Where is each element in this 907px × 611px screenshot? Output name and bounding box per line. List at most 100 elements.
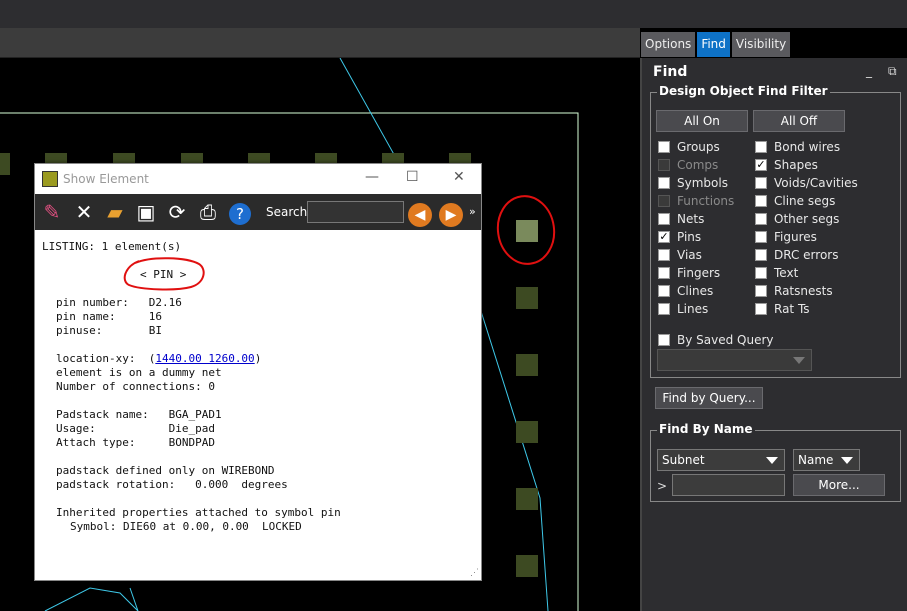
annotation-ellipse bbox=[123, 257, 205, 291]
tab-visibility[interactable]: Visibility bbox=[731, 32, 791, 57]
filter-groups[interactable]: Groups bbox=[658, 138, 720, 156]
ratsnests-label: Ratsnests bbox=[774, 284, 833, 298]
panel-tabs: Options Find Visibility bbox=[641, 32, 791, 57]
print-icon[interactable]: ⎙ bbox=[195, 199, 221, 225]
pins-checkbox[interactable]: ✓ bbox=[658, 231, 670, 243]
pad[interactable] bbox=[516, 287, 538, 309]
back-arrow-icon[interactable]: ◀ bbox=[407, 199, 433, 227]
minimize-window-icon[interactable]: — bbox=[365, 169, 379, 185]
attach-type: Attach type: BONDPAD bbox=[56, 436, 215, 449]
chevron-down-icon bbox=[793, 357, 805, 364]
type-select[interactable]: Subnet bbox=[657, 449, 785, 471]
tab-options[interactable]: Options bbox=[641, 32, 696, 57]
all-off-button[interactable]: All Off bbox=[753, 110, 845, 132]
name-select[interactable]: Name bbox=[793, 449, 860, 471]
voids-cavities-checkbox[interactable] bbox=[755, 177, 767, 189]
panel-title: Find bbox=[653, 64, 688, 80]
filter-other-segs[interactable]: Other segs bbox=[755, 210, 839, 228]
help-icon[interactable]: ? bbox=[227, 199, 253, 225]
pad[interactable] bbox=[516, 555, 538, 577]
filter-bond-wires[interactable]: Bond wires bbox=[755, 138, 840, 156]
location-close-paren: ) bbox=[254, 352, 262, 365]
by-saved-query-checkbox[interactable] bbox=[658, 334, 670, 346]
lines-checkbox[interactable] bbox=[658, 303, 670, 315]
clines-label: Clines bbox=[677, 284, 714, 298]
filter-voids-cavities[interactable]: Voids/Cavities bbox=[755, 174, 858, 192]
refresh-icon[interactable]: ⟳ bbox=[164, 199, 190, 225]
dummy-net-line: element is on a dummy net bbox=[56, 366, 222, 379]
symbols-checkbox[interactable] bbox=[658, 177, 670, 189]
open-folder-icon[interactable]: ▰ bbox=[102, 199, 128, 225]
usage: Usage: Die_pad bbox=[56, 422, 215, 435]
filter-nets[interactable]: Nets bbox=[658, 210, 704, 228]
filter-figures[interactable]: Figures bbox=[755, 228, 817, 246]
name-input[interactable] bbox=[672, 474, 785, 496]
dialog-title-bar[interactable]: Show Element — ☐ ✕ bbox=[35, 164, 481, 194]
filter-fingers[interactable]: Fingers bbox=[658, 264, 720, 282]
by-saved-query-row[interactable]: By Saved Query bbox=[658, 331, 774, 349]
toolbar-overflow-icon[interactable]: » bbox=[469, 205, 476, 218]
figures-checkbox[interactable] bbox=[755, 231, 767, 243]
filter-pins[interactable]: ✓ Pins bbox=[658, 228, 701, 246]
filter-rat-ts[interactable]: Rat Ts bbox=[755, 300, 810, 318]
shapes-checkbox[interactable]: ✓ bbox=[755, 159, 767, 171]
symbols-label: Symbols bbox=[677, 176, 728, 190]
find-by-query-button[interactable]: Find by Query... bbox=[655, 387, 763, 409]
pad[interactable] bbox=[516, 421, 538, 443]
minimize-icon[interactable]: _ bbox=[866, 64, 872, 78]
ratsnests-checkbox[interactable] bbox=[755, 285, 767, 297]
clines-checkbox[interactable] bbox=[658, 285, 670, 297]
search-label: Search: bbox=[266, 205, 312, 219]
comps-label: Comps bbox=[677, 158, 719, 172]
resize-grip-icon[interactable]: ⋰ bbox=[470, 568, 479, 578]
filter-drc-errors[interactable]: DRC errors bbox=[755, 246, 838, 264]
pin-icon[interactable]: ✎ bbox=[39, 199, 65, 225]
vias-checkbox[interactable] bbox=[658, 249, 670, 261]
more-button[interactable]: More... bbox=[793, 474, 885, 496]
other-segs-checkbox[interactable] bbox=[755, 213, 767, 225]
voids-cavities-label: Voids/Cavities bbox=[774, 176, 858, 190]
pad-highlighted[interactable] bbox=[516, 220, 538, 242]
search-input[interactable] bbox=[307, 201, 404, 223]
saved-query-select[interactable] bbox=[657, 349, 812, 371]
rat-ts-checkbox[interactable] bbox=[755, 303, 767, 315]
fingers-checkbox[interactable] bbox=[658, 267, 670, 279]
other-segs-label: Other segs bbox=[774, 212, 840, 226]
filter-lines[interactable]: Lines bbox=[658, 300, 708, 318]
text-label: Text bbox=[774, 266, 799, 280]
cline-segs-checkbox[interactable] bbox=[755, 195, 767, 207]
pad[interactable] bbox=[516, 354, 538, 376]
groups-checkbox[interactable] bbox=[658, 141, 670, 153]
filter-cline-segs[interactable]: Cline segs bbox=[755, 192, 835, 210]
listing-header: LISTING: 1 element(s) bbox=[42, 240, 182, 253]
shapes-label: Shapes bbox=[774, 158, 818, 172]
rat-ts-label: Rat Ts bbox=[774, 302, 810, 316]
close-window-icon[interactable]: ✕ bbox=[453, 169, 465, 185]
filter-clines[interactable]: Clines bbox=[658, 282, 713, 300]
float-icon[interactable]: ⧉ bbox=[888, 64, 897, 79]
drc-errors-checkbox[interactable] bbox=[755, 249, 767, 261]
save-icon[interactable]: ▣ bbox=[133, 199, 159, 225]
pad[interactable] bbox=[0, 153, 10, 175]
filter-vias[interactable]: Vias bbox=[658, 246, 702, 264]
filter-functions: Functions bbox=[658, 192, 734, 210]
text-checkbox[interactable] bbox=[755, 267, 767, 279]
filter-ratsnests[interactable]: Ratsnests bbox=[755, 282, 833, 300]
location-link[interactable]: 1440.00 1260.00 bbox=[155, 352, 254, 365]
nets-label: Nets bbox=[677, 212, 705, 226]
name-prompt: > bbox=[657, 479, 668, 493]
close-icon[interactable]: ✕ bbox=[71, 199, 97, 225]
pad[interactable] bbox=[516, 488, 538, 510]
tab-find[interactable]: Find bbox=[697, 32, 730, 57]
nets-checkbox[interactable] bbox=[658, 213, 670, 225]
chevron-down-icon bbox=[766, 457, 778, 464]
inherited-properties: Inherited properties attached to symbol … bbox=[56, 506, 341, 519]
all-on-button[interactable]: All On bbox=[656, 110, 748, 132]
filter-shapes[interactable]: ✓ Shapes bbox=[755, 156, 818, 174]
filter-symbols[interactable]: Symbols bbox=[658, 174, 728, 192]
chevron-down-icon bbox=[841, 457, 853, 464]
maximize-window-icon[interactable]: ☐ bbox=[406, 169, 419, 185]
forward-arrow-icon[interactable]: ▶ bbox=[438, 199, 464, 227]
filter-text[interactable]: Text bbox=[755, 264, 798, 282]
bond-wires-checkbox[interactable] bbox=[755, 141, 767, 153]
